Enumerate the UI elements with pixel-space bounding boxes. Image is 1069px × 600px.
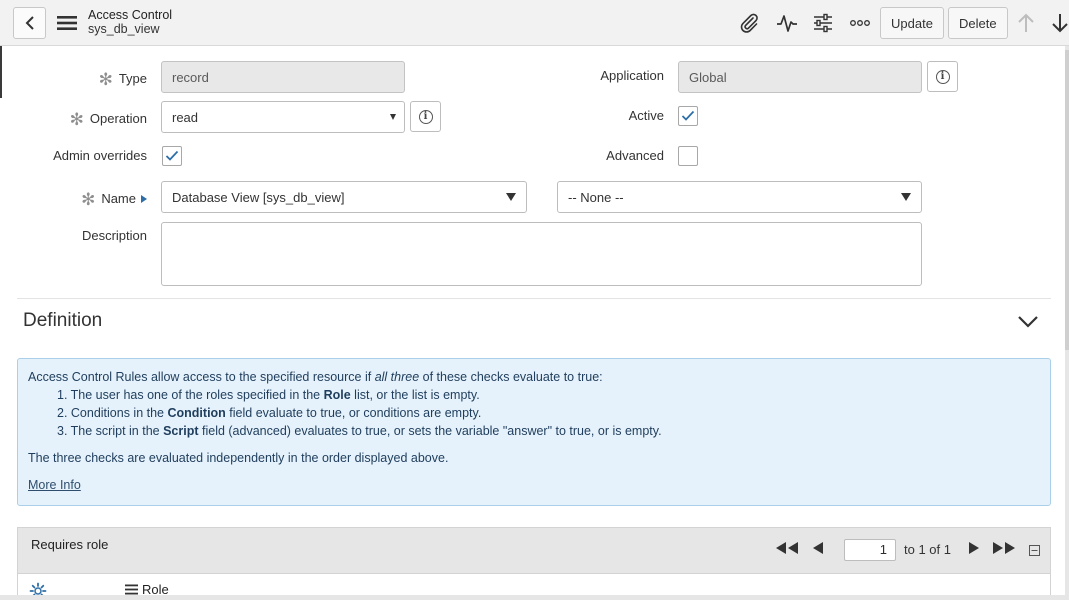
- info-item-1: 1. The user has one of the roles specifi…: [57, 388, 480, 402]
- attachment-button[interactable]: [737, 11, 761, 35]
- chevron-down-icon[interactable]: [1016, 310, 1040, 334]
- required-asterisk-icon: ✻: [69, 110, 84, 129]
- checkmark-icon: [165, 150, 179, 161]
- name-table-selected-value: Database View [sys_db_view]: [172, 189, 345, 205]
- back-button[interactable]: [13, 7, 46, 39]
- description-textarea[interactable]: [161, 222, 922, 286]
- left-edge-marker: [0, 46, 2, 98]
- arrow-down-icon: [1052, 14, 1068, 33]
- type-field: record: [161, 61, 405, 93]
- update-button[interactable]: Update: [880, 7, 944, 39]
- activity-icon: [777, 15, 797, 32]
- active-checkbox[interactable]: [678, 106, 698, 126]
- collapse-list-icon[interactable]: [1029, 545, 1040, 556]
- next-page-icon[interactable]: [968, 541, 980, 555]
- next-record-button[interactable]: [1048, 11, 1069, 35]
- section-divider: [17, 298, 1051, 299]
- info-icon: i: [418, 109, 433, 124]
- info-intro: Access Control Rules allow access to the…: [28, 370, 603, 384]
- admin-overrides-label: Admin overrides: [53, 148, 147, 163]
- dropdown-arrow-icon: [506, 193, 516, 201]
- dropdown-arrow-icon: [390, 114, 396, 120]
- info-icon: i: [935, 69, 950, 84]
- horizontal-scrollbar[interactable]: [0, 595, 1069, 600]
- last-page-icon[interactable]: [992, 541, 1016, 555]
- record-header: Access Control sys_db_view Update Delete: [0, 0, 1069, 46]
- definition-info-box: Access Control Rules allow access to the…: [17, 358, 1051, 506]
- previous-record-button[interactable]: [1014, 11, 1038, 35]
- name-field-select[interactable]: -- None --: [557, 181, 922, 213]
- more-info-link[interactable]: More Info: [28, 478, 81, 492]
- dropdown-arrow-icon: [901, 193, 911, 201]
- related-list-title: Requires role: [31, 537, 109, 552]
- application-field: Global: [678, 61, 922, 93]
- first-page-icon[interactable]: [775, 541, 799, 555]
- application-label: Application: [600, 68, 664, 83]
- type-label: ✻ Type: [98, 70, 147, 89]
- record-title: Access Control: [88, 8, 173, 22]
- arrow-up-icon: [1018, 13, 1034, 32]
- operation-info-button[interactable]: i: [410, 101, 441, 132]
- hamburger-menu-icon[interactable]: [57, 13, 77, 33]
- definition-section-title: Definition: [23, 310, 103, 331]
- more-options-icon: [850, 20, 870, 26]
- previous-page-icon[interactable]: [812, 541, 824, 555]
- personalize-form-button[interactable]: [811, 11, 835, 35]
- required-asterisk-icon: ✻: [81, 190, 96, 209]
- reference-expand-icon[interactable]: [141, 194, 147, 203]
- delete-button[interactable]: Delete: [948, 7, 1008, 39]
- name-table-select[interactable]: Database View [sys_db_view]: [161, 181, 527, 213]
- info-item-3: 3. The script in the Script field (advan…: [57, 424, 662, 438]
- column-menu-icon[interactable]: [125, 584, 138, 595]
- name-label: ✻ Name: [81, 188, 147, 209]
- activity-stream-button[interactable]: [775, 11, 799, 35]
- record-subtitle: sys_db_view: [88, 22, 160, 36]
- checkmark-icon: [681, 110, 695, 121]
- admin-overrides-checkbox[interactable]: [162, 146, 182, 166]
- application-info-button[interactable]: i: [927, 61, 958, 92]
- operation-selected-value: read: [172, 109, 199, 125]
- required-asterisk-icon: ✻: [98, 70, 113, 89]
- info-summary: The three checks are evaluated independe…: [28, 451, 449, 465]
- more-options-button[interactable]: [848, 11, 872, 35]
- page-number-input[interactable]: 1: [844, 539, 896, 561]
- scrollbar-thumb[interactable]: [1065, 50, 1069, 350]
- active-label: Active: [628, 108, 664, 123]
- page-range-text: to 1 of 1: [904, 542, 951, 557]
- operation-select[interactable]: read: [161, 101, 405, 133]
- advanced-label: Advanced: [606, 148, 664, 163]
- info-item-2: 2. Conditions in the Condition field eva…: [57, 406, 482, 420]
- record-title-block: Access Control sys_db_view: [88, 8, 172, 36]
- paperclip-icon: [740, 13, 758, 33]
- settings-sliders-icon: [814, 13, 832, 33]
- advanced-checkbox[interactable]: [678, 146, 698, 166]
- back-icon: [25, 16, 34, 30]
- operation-label: ✻ Operation: [69, 110, 147, 129]
- requires-role-list-header: Requires role 1 to 1 of 1: [17, 527, 1051, 573]
- description-label: Description: [81, 228, 147, 243]
- name-field-selected-value: -- None --: [568, 189, 624, 205]
